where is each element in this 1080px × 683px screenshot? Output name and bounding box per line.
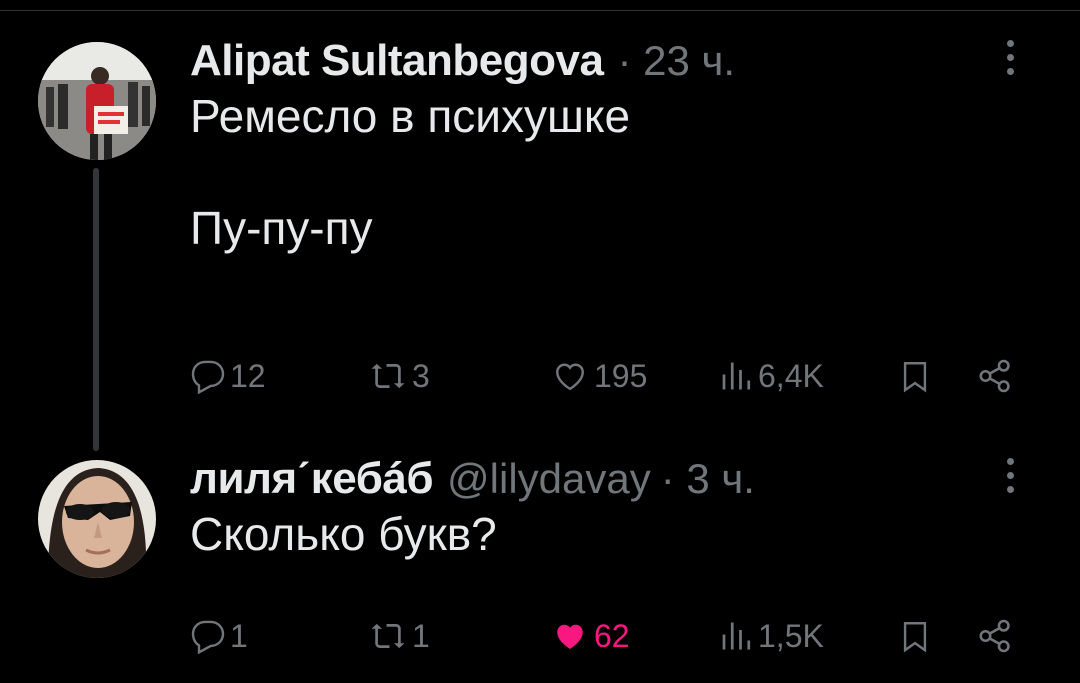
bookmark-button[interactable] [898,354,932,398]
thread-connector-line [93,168,99,451]
author-name[interactable]: лиляˊкебáб [190,454,434,504]
more-dots-icon[interactable] [998,40,1022,88]
views-count: 6,4K [758,357,824,394]
top-divider [0,10,1080,11]
retweet-button[interactable]: 1 [368,614,430,658]
views-count: 1,5K [758,617,824,654]
tweet-actions-first: 12 3 195 6,4K [190,354,1020,398]
author-name[interactable]: Alipat Sultanbegova [190,36,604,86]
share-icon [979,619,1010,653]
reply-icon [191,360,225,394]
tweet-timestamp[interactable]: · 3 ч. [661,455,755,503]
bookmark-icon [903,362,927,393]
tweet-timestamp[interactable]: · 23 ч. [617,37,735,85]
tweet-first[interactable]: Alipat Sultanbegova · 23 ч. Ремесло в пс… [190,36,1030,256]
more-dots-icon[interactable] [998,458,1022,506]
share-button[interactable] [976,614,1014,658]
share-icon [979,359,1010,393]
views-icon [722,622,751,650]
tweet-reply[interactable]: лиляˊкебáб @lilydavay · 3 ч. Сколько бук… [190,454,1030,562]
like-button[interactable]: 62 [550,614,630,658]
views-icon [722,362,751,390]
retweet-button[interactable]: 3 [368,354,430,398]
avatar-photo-protest-icon [38,42,156,160]
tweet-text: Ремесло в психушке Пу-пу-пу [190,90,631,254]
retweet-icon [371,623,405,649]
share-button[interactable] [976,354,1014,398]
retweet-count: 3 [412,357,430,394]
tweet-text: Сколько букв? [190,508,497,560]
heart-filled-icon [557,624,583,649]
reply-button[interactable]: 12 [190,354,266,398]
reply-button[interactable]: 1 [190,614,248,658]
avatar[interactable] [38,42,156,160]
retweet-icon [371,363,405,389]
retweet-count: 1 [412,617,430,654]
views-button[interactable]: 1,5K [718,614,824,658]
reply-icon [191,620,225,654]
reply-count: 12 [230,357,266,394]
reply-count: 1 [230,617,248,654]
bookmark-icon [903,622,927,653]
heart-icon [556,363,584,391]
like-count: 62 [594,617,630,654]
tweet-actions-reply: 1 1 62 1,5K [190,614,1020,658]
bookmark-button[interactable] [898,614,932,658]
avatar-photo-sunglasses-icon [38,460,156,578]
like-button[interactable]: 195 [550,354,647,398]
views-button[interactable]: 6,4K [718,354,824,398]
author-handle[interactable]: @lilydavay [447,455,651,503]
like-count: 195 [594,357,648,394]
avatar[interactable] [38,460,156,578]
